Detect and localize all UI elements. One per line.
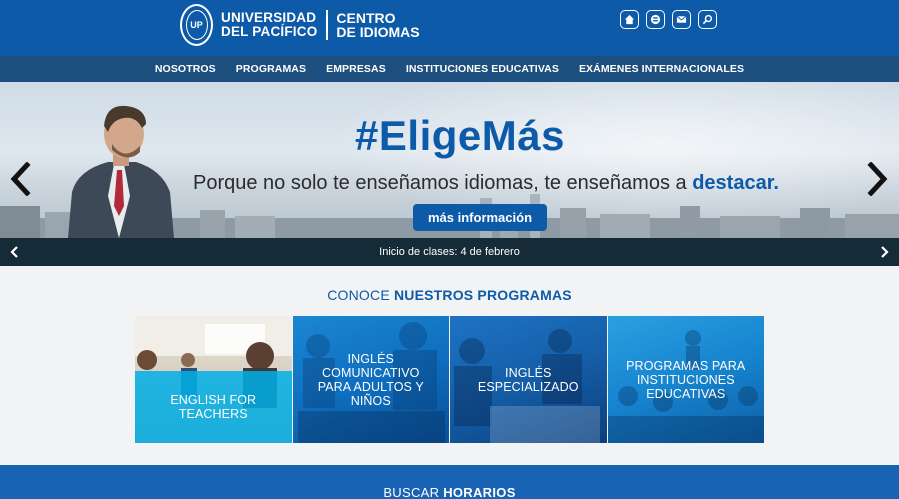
- nav-item-programas[interactable]: PROGRAMAS: [226, 63, 316, 75]
- card-label-line: TEACHERS: [178, 407, 248, 421]
- card-label-line: INGLÉS: [505, 366, 552, 380]
- announcement-prev-icon[interactable]: [9, 246, 19, 258]
- programs-title-start: CONOCE: [327, 287, 394, 303]
- program-card-instituciones-educativas[interactable]: PROGRAMAS PARA INSTITUCIONES EDUCATIVAS: [607, 316, 764, 443]
- card-label-line: NIÑOS: [350, 394, 391, 408]
- hero-prev-arrow-icon[interactable]: [9, 162, 31, 196]
- announcement-next-icon[interactable]: [880, 246, 890, 258]
- programs-title-bold: NUESTROS PROGRAMAS: [393, 287, 572, 303]
- nav-item-examenes[interactable]: EXÁMENES INTERNACIONALES: [569, 63, 754, 75]
- hero-title: #EligeMás: [355, 112, 565, 159]
- hero-next-arrow-icon[interactable]: [867, 162, 889, 196]
- schedule-title[interactable]: BUSCAR HORARIOS: [0, 485, 899, 499]
- nav-item-instituciones[interactable]: INSTITUCIONES EDUCATIVAS: [396, 63, 569, 75]
- card-label-line: ENGLISH FOR: [170, 393, 257, 407]
- programs-title: CONOCE NUESTROS PROGRAMAS: [0, 287, 899, 303]
- blog-icon[interactable]: [646, 10, 665, 29]
- card-label-line: EDUCATIVAS: [646, 387, 726, 401]
- program-card-ingles-comunicativo[interactable]: INGLÉS COMUNICATIVO PARA ADULTOS Y NIÑOS: [292, 316, 449, 443]
- more-info-button[interactable]: más información: [413, 204, 547, 231]
- announcement-bar: Inicio de clases: 4 de febrero: [0, 238, 899, 266]
- card-label-line: INGLÉS: [347, 352, 394, 366]
- home-icon[interactable]: [620, 10, 639, 29]
- programs-grid: ENGLISH FOR TEACHERS INGLÉS COMUNICATIVO…: [135, 316, 764, 443]
- main-nav: NOSOTROS PROGRAMAS EMPRESAS INSTITUCIONE…: [0, 56, 899, 82]
- schedule-section: BUSCAR HORARIOS: [0, 465, 899, 499]
- card-label-line: ESPECIALIZADO: [477, 380, 579, 394]
- header-icons: [620, 10, 717, 29]
- mail-icon[interactable]: [672, 10, 691, 29]
- card-label-line: PARA ADULTOS Y: [317, 380, 424, 394]
- hero-subtitle-text: Porque no solo te enseñamos idiomas, te …: [193, 172, 693, 194]
- brand-line2: DEL PACÍFICO: [221, 24, 318, 39]
- card-label-line: PROGRAMAS PARA: [626, 359, 746, 373]
- search-icon[interactable]: [698, 10, 717, 29]
- logo[interactable]: UP UNIVERSIDAD DEL PACÍFICO CENTRO DE ID…: [180, 4, 420, 46]
- program-card-ingles-especializado[interactable]: INGLÉS ESPECIALIZADO: [450, 316, 607, 443]
- card-label-line: COMUNICATIVO: [322, 366, 420, 380]
- brand2-line2: DE IDIOMAS: [336, 24, 420, 40]
- top-header: UP UNIVERSIDAD DEL PACÍFICO CENTRO DE ID…: [0, 0, 899, 56]
- nav-item-nosotros[interactable]: NOSOTROS: [145, 63, 226, 75]
- hero-banner: #EligeMás Porque no solo te enseñamos id…: [0, 82, 899, 238]
- hero-subtitle: Porque no solo te enseñamos idiomas, te …: [193, 172, 779, 195]
- brand2-line1: CENTRO: [336, 10, 396, 26]
- nav-item-empresas[interactable]: EMPRESAS: [316, 63, 396, 75]
- card-label-line: INSTITUCIONES: [636, 373, 735, 387]
- hero-subtitle-emphasis: destacar.: [692, 172, 779, 194]
- brand-line1: UNIVERSIDAD: [221, 10, 317, 25]
- schedule-title-start: BUSCAR: [383, 485, 444, 499]
- logo-divider: [326, 10, 329, 40]
- schedule-title-bold: HORARIOS: [443, 485, 516, 499]
- university-seal-icon: UP: [180, 4, 213, 46]
- program-card-english-for-teachers[interactable]: ENGLISH FOR TEACHERS: [135, 316, 292, 443]
- announcement-text: Inicio de clases: 4 de febrero: [379, 246, 520, 258]
